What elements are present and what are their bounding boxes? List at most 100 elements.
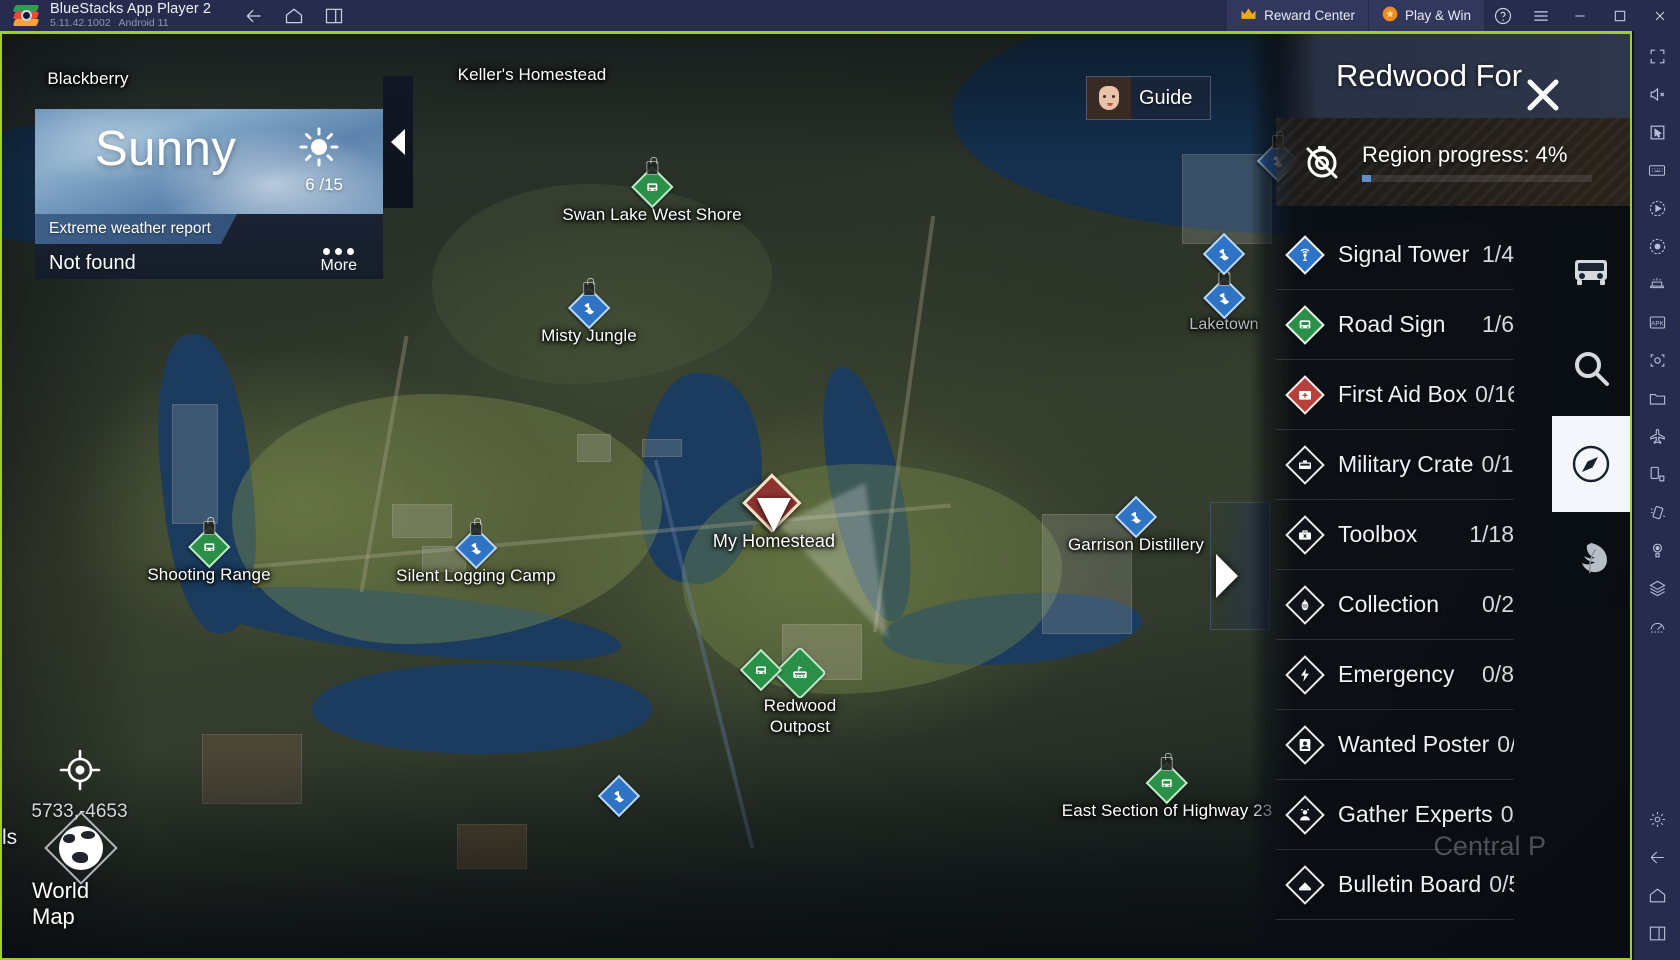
region-item-count: 1/6: [1482, 311, 1514, 337]
building: [202, 734, 302, 804]
maximize-button[interactable]: [1600, 0, 1640, 31]
compass-icon[interactable]: [1552, 416, 1630, 512]
region-item-count: 0/3: [1500, 801, 1514, 827]
region-item-label: Gather Experts: [1338, 801, 1493, 827]
map-marker[interactable]: Keller's Homestead: [458, 62, 607, 85]
weather-more-label: More: [320, 257, 357, 274]
region-progress-label: Region progress: 4%: [1362, 142, 1568, 167]
screenshot-icon[interactable]: [1634, 341, 1680, 379]
close-icon[interactable]: [1516, 68, 1570, 122]
hide-markers-icon[interactable]: [1298, 138, 1346, 186]
map-marker[interactable]: My Homestead: [713, 473, 835, 552]
sun-icon: [299, 127, 339, 167]
map-marker[interactable]: Misty Jungle: [541, 278, 637, 346]
map-marker[interactable]: Shooting Range: [147, 517, 271, 585]
screen-record-icon[interactable]: [1634, 227, 1680, 265]
bluestacks-logo: [12, 3, 40, 29]
chevron-right-icon: [391, 129, 405, 155]
settings-icon[interactable]: [1634, 800, 1680, 838]
region-item-row[interactable]: First Aid Box 0/16: [1276, 360, 1514, 430]
lock-icon: [1161, 753, 1173, 771]
home-icon[interactable]: [277, 2, 311, 30]
crosshair-icon: [58, 748, 102, 797]
airplane-mode-icon[interactable]: [1634, 417, 1680, 455]
hamburger-menu-icon[interactable]: [1522, 0, 1560, 31]
map-marker[interactable]: [1202, 232, 1246, 276]
cursor-icon[interactable]: [1634, 113, 1680, 151]
map-marker-label: Blackberry: [47, 69, 129, 88]
map-marker-label: Redwood Outpost: [763, 696, 837, 736]
close-button[interactable]: [1640, 0, 1680, 31]
macro-record-icon[interactable]: [1634, 189, 1680, 227]
search-icon[interactable]: [1552, 320, 1630, 416]
location-icon[interactable]: [1634, 531, 1680, 569]
recent-apps-icon[interactable]: [317, 2, 351, 30]
leaf-icon[interactable]: [1552, 512, 1630, 608]
recent-apps-icon[interactable]: [1634, 914, 1680, 952]
help-icon[interactable]: [1484, 0, 1522, 31]
map-marker[interactable]: [739, 648, 783, 692]
media-folder-icon[interactable]: [1634, 379, 1680, 417]
map-marker[interactable]: Garrison Distillery: [1068, 495, 1204, 555]
map-marker[interactable]: Swan Lake West Shore: [562, 157, 742, 225]
home-icon[interactable]: [1634, 876, 1680, 914]
multi-layer-icon[interactable]: [1634, 569, 1680, 607]
performance-icon[interactable]: [1634, 607, 1680, 645]
mute-icon[interactable]: [1634, 75, 1680, 113]
shake-icon[interactable]: [1634, 493, 1680, 531]
minimize-button[interactable]: [1560, 0, 1600, 31]
weather-more-button[interactable]: More: [321, 248, 357, 275]
vehicle-icon[interactable]: [1552, 224, 1630, 320]
map-marker[interactable]: East Section of Highway 23: [1061, 753, 1273, 821]
titlebar-nav-group: [237, 2, 351, 30]
region-item-row[interactable]: Signal Tower 1/4: [1276, 220, 1514, 290]
back-icon[interactable]: [1634, 838, 1680, 876]
reward-center-button[interactable]: Reward Center: [1227, 0, 1368, 31]
lock-icon: [203, 517, 215, 535]
region-progress-strip: Region progress: 4%: [1276, 118, 1630, 206]
map-marker[interactable]: Blackberry: [47, 66, 128, 89]
play-and-win-label: Play & Win: [1404, 8, 1471, 23]
map-expand-arrow-icon[interactable]: [1216, 554, 1238, 598]
region-item-row[interactable]: Collection 0/2: [1276, 570, 1514, 640]
rotate-screen-icon[interactable]: [1634, 455, 1680, 493]
homestead-icon: [742, 473, 802, 533]
region-item-row[interactable]: Wanted Poster 0/4: [1276, 710, 1514, 780]
keyboard-controls-icon[interactable]: [1634, 151, 1680, 189]
guide-button[interactable]: Guide: [1086, 76, 1211, 120]
region-item-row[interactable]: Road Sign 1/6: [1276, 290, 1514, 360]
fullscreen-icon[interactable]: [1634, 37, 1680, 75]
weather-report-area: Extreme weather report Not found More: [35, 214, 383, 279]
faint-region-label: Central P: [1433, 831, 1546, 861]
app-title: BlueStacks App Player 2: [50, 1, 212, 17]
game-screen: Blackberry Keller's Homestead Swan Lake We…: [2, 34, 1630, 958]
emergency-icon: [1285, 654, 1325, 695]
weather-collapse-button[interactable]: [383, 76, 413, 208]
world-map-label: World Map: [32, 878, 90, 929]
region-item-label: Military Crate: [1338, 451, 1474, 477]
lock-icon: [469, 518, 482, 536]
weather-panel[interactable]: Sunny 6 /15 Extreme weather report Not f…: [35, 109, 383, 279]
region-item-row[interactable]: Emergency 0/8: [1276, 640, 1514, 710]
world-map-button[interactable]: World Map: [32, 811, 130, 930]
map-marker[interactable]: Silent Logging Camp: [396, 518, 556, 586]
weather-header: Sunny 6 /15: [35, 109, 383, 214]
gamepad-icon[interactable]: [1634, 265, 1680, 303]
android-viewport: Blackberry Keller's Homestead Swan Lake We…: [0, 31, 1632, 960]
install-apk-icon[interactable]: APK: [1634, 303, 1680, 341]
region-item-row[interactable]: Military Crate 0/16: [1276, 430, 1514, 500]
region-item-row[interactable]: Toolbox 1/18: [1276, 500, 1514, 570]
extreme-weather-tag: Extreme weather report: [35, 214, 237, 244]
gather-experts-icon: [1285, 794, 1325, 835]
region-item-label: Collection: [1338, 591, 1439, 617]
region-item-label: Signal Tower: [1338, 241, 1470, 267]
back-icon[interactable]: [237, 2, 271, 30]
app-version: 5.11.42.1002: [50, 17, 111, 29]
map-marker[interactable]: Laketown: [1189, 268, 1259, 334]
signal-tower-icon: [1285, 234, 1325, 275]
map-marker[interactable]: [597, 774, 641, 818]
map-marker-label: East Section of Highway 23: [1061, 801, 1273, 820]
play-and-win-button[interactable]: Play & Win: [1368, 0, 1484, 31]
lock-icon: [646, 157, 658, 175]
river: [312, 664, 652, 754]
